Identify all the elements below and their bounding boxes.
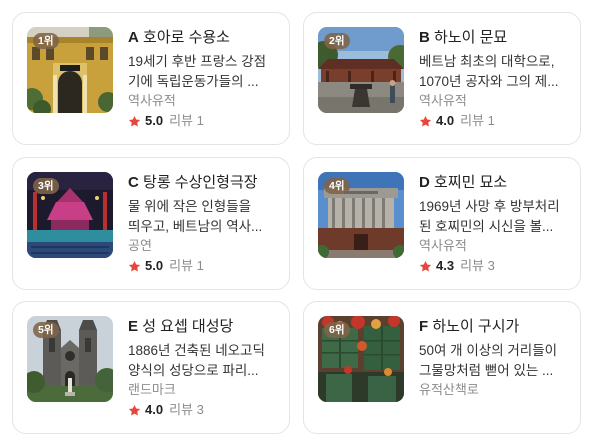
place-letter: B bbox=[419, 29, 430, 46]
place-letter: A bbox=[128, 29, 139, 46]
place-info: E 성 요셉 대성당 1886년 건축된 네오고딕 양식의 성당으로 파리...… bbox=[128, 317, 280, 419]
description-line: 된 호찌민의 시신을 볼... bbox=[419, 219, 554, 234]
place-card-a[interactable]: 1위 A 호아로 수용소 19세기 후반 프랑스 강점 기에 독립운동가들의 .… bbox=[12, 12, 290, 145]
rank-badge: 1위 bbox=[33, 33, 59, 49]
description-line: 1886년 건축된 네오고딕 bbox=[128, 343, 265, 358]
place-title: C 탕롱 수상인형극장 bbox=[128, 173, 280, 193]
rank-badge: 3위 bbox=[33, 178, 59, 194]
place-category: 역사유적 bbox=[128, 93, 176, 108]
rating-row: 5.0 리뷰 1 bbox=[128, 257, 280, 275]
rank-badge: 2위 bbox=[324, 33, 350, 49]
rank-badge: 5위 bbox=[33, 322, 59, 338]
place-letter: C bbox=[128, 174, 139, 191]
place-name: 성 요셉 대성당 bbox=[142, 318, 234, 335]
place-info: A 호아로 수용소 19세기 후반 프랑스 강점 기에 독립운동가들의 ... … bbox=[128, 28, 280, 130]
place-name: 호찌민 묘소 bbox=[434, 174, 508, 191]
place-category: 공연 bbox=[128, 238, 152, 253]
place-thumbnail: 3위 bbox=[27, 172, 113, 258]
review-count: 리뷰 3 bbox=[460, 258, 495, 273]
rank-badge: 6위 bbox=[324, 322, 350, 338]
place-info: D 호찌민 묘소 1969년 사망 후 방부처리 된 호찌민의 시신을 볼...… bbox=[419, 173, 571, 275]
place-title: F 하노이 구시가 bbox=[419, 317, 571, 337]
place-thumbnail: 4위 bbox=[318, 172, 404, 258]
place-description: 19세기 후반 프랑스 강점 기에 독립운동가들의 ... bbox=[128, 52, 280, 92]
place-card-d[interactable]: 4위 D 호찌민 묘소 1969년 사망 후 방부처리 된 호찌민의 시신을 볼… bbox=[303, 157, 581, 290]
place-card-f[interactable]: 6위 F 하노이 구시가 50여 개 이상의 거리들이 그물망처럼 뻗어 있는 … bbox=[303, 301, 581, 434]
place-category: 유적산책로 bbox=[419, 382, 479, 397]
place-letter: D bbox=[419, 174, 430, 191]
rating-score: 4.0 bbox=[436, 113, 455, 128]
star-icon bbox=[128, 115, 141, 128]
review-count: 리뷰 3 bbox=[169, 402, 204, 417]
place-info: C 탕롱 수상인형극장 물 위에 작은 인형들을 띄우고, 베트남의 역사...… bbox=[128, 173, 280, 275]
place-description: 50여 개 이상의 거리들이 그물망처럼 뻗어 있는 ... bbox=[419, 341, 571, 381]
place-card-b[interactable]: 2위 B 하노이 문묘 베트남 최초의 대학으로, 1070년 공자와 그의 제… bbox=[303, 12, 581, 145]
place-title: E 성 요셉 대성당 bbox=[128, 317, 280, 337]
description-line: 19세기 후반 프랑스 강점 bbox=[128, 54, 267, 69]
star-icon bbox=[419, 115, 432, 128]
description-line: 그물망처럼 뻗어 있는 ... bbox=[419, 363, 554, 378]
place-description: 1886년 건축된 네오고딕 양식의 성당으로 파리... bbox=[128, 341, 280, 381]
place-card-c[interactable]: 3위 C 탕롱 수상인형극장 물 위에 작은 인형들을 띄우고, 베트남의 역사… bbox=[12, 157, 290, 290]
place-letter: F bbox=[419, 318, 429, 335]
description-line: 1969년 사망 후 방부처리 bbox=[419, 199, 560, 214]
rank-badge: 4위 bbox=[324, 178, 350, 194]
rating-row: 4.0 리뷰 1 bbox=[419, 112, 571, 130]
place-name: 탕롱 수상인형극장 bbox=[143, 174, 258, 191]
place-thumbnail: 1위 bbox=[27, 27, 113, 113]
place-card-e[interactable]: 5위 E 성 요셉 대성당 1886년 건축된 네오고딕 양식의 성당으로 파리… bbox=[12, 301, 290, 434]
rating-score: 5.0 bbox=[145, 113, 164, 128]
place-name: 호아로 수용소 bbox=[143, 29, 230, 46]
place-info: F 하노이 구시가 50여 개 이상의 거리들이 그물망처럼 뻗어 있는 ...… bbox=[419, 317, 571, 399]
place-thumbnail: 2위 bbox=[318, 27, 404, 113]
place-letter: E bbox=[128, 318, 139, 335]
place-description: 베트남 최초의 대학으로, 1070년 공자와 그의 제... bbox=[419, 52, 571, 92]
place-title: B 하노이 문묘 bbox=[419, 28, 571, 48]
place-description: 물 위에 작은 인형들을 띄우고, 베트남의 역사... bbox=[128, 197, 280, 237]
place-category: 랜드마크 bbox=[128, 382, 176, 397]
review-count: 리뷰 1 bbox=[169, 113, 204, 128]
review-count: 리뷰 1 bbox=[169, 258, 204, 273]
description-line: 기에 독립운동가들의 ... bbox=[128, 74, 259, 89]
star-icon bbox=[128, 260, 141, 273]
rating-row: 4.0 리뷰 3 bbox=[128, 401, 280, 419]
review-count: 리뷰 1 bbox=[460, 113, 495, 128]
description-line: 50여 개 이상의 거리들이 bbox=[419, 343, 558, 358]
rating-score: 4.0 bbox=[145, 402, 164, 417]
place-thumbnail: 6위 bbox=[318, 316, 404, 402]
place-thumbnail: 5위 bbox=[27, 316, 113, 402]
star-icon bbox=[128, 404, 141, 417]
description-line: 양식의 성당으로 파리... bbox=[128, 363, 259, 378]
place-info: B 하노이 문묘 베트남 최초의 대학으로, 1070년 공자와 그의 제...… bbox=[419, 28, 571, 130]
star-icon bbox=[419, 260, 432, 273]
place-title: A 호아로 수용소 bbox=[128, 28, 280, 48]
description-line: 1070년 공자와 그의 제... bbox=[419, 74, 559, 89]
description-line: 띄우고, 베트남의 역사... bbox=[128, 219, 263, 234]
place-name: 하노이 구시가 bbox=[432, 318, 520, 335]
rating-row: 4.3 리뷰 3 bbox=[419, 257, 571, 275]
description-line: 베트남 최초의 대학으로, bbox=[419, 54, 555, 69]
description-line: 물 위에 작은 인형들을 bbox=[128, 199, 252, 214]
place-description: 1969년 사망 후 방부처리 된 호찌민의 시신을 볼... bbox=[419, 197, 571, 237]
rating-score: 4.3 bbox=[436, 258, 455, 273]
place-name: 하노이 문묘 bbox=[434, 29, 508, 46]
place-category: 역사유적 bbox=[419, 238, 467, 253]
place-title: D 호찌민 묘소 bbox=[419, 173, 571, 193]
rating-score: 5.0 bbox=[145, 258, 164, 273]
place-category: 역사유적 bbox=[419, 93, 467, 108]
rating-row: 5.0 리뷰 1 bbox=[128, 112, 280, 130]
